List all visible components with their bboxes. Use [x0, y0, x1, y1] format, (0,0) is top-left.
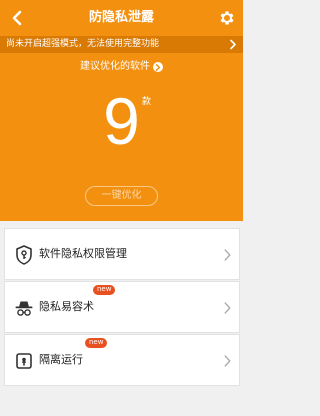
title-bar: 防隐私泄露 — [0, 0, 243, 36]
shield-key-icon — [16, 245, 32, 265]
suggest-label: 建议优化的软件 — [80, 61, 150, 72]
list-item-isolated-run[interactable]: 隔离运行 new — [4, 334, 240, 386]
chevron-right-icon — [224, 302, 231, 314]
settings-button[interactable] — [216, 7, 238, 29]
chevron-right-icon — [230, 39, 236, 50]
app-count-unit: 款 — [142, 97, 152, 107]
new-badge: new — [93, 285, 116, 295]
app-count: 9 — [103, 84, 140, 158]
chevron-circle-icon — [153, 62, 163, 72]
app-count-display: 9 款 — [0, 84, 243, 158]
list-item-label: 软件隐私权限管理 — [39, 247, 127, 260]
back-button[interactable] — [6, 7, 28, 29]
isolation-icon — [16, 353, 32, 369]
disguise-icon — [15, 301, 33, 316]
page-title: 防隐私泄露 — [88, 10, 154, 25]
header-panel: 防隐私泄露 尚未开启超强模式，无法使用完整功能 建议优化的软件 9 款 一键优化 — [0, 0, 243, 221]
list-item-permission-manager[interactable]: 软件隐私权限管理 — [4, 228, 240, 280]
gear-icon — [220, 11, 234, 25]
one-click-optimize-button[interactable]: 一键优化 — [85, 186, 158, 206]
upgrade-notice-bar[interactable]: 尚未开启超强模式，无法使用完整功能 — [0, 36, 243, 53]
suggested-apps-link[interactable]: 建议优化的软件 — [0, 59, 243, 75]
list-item-label: 隔离运行 — [39, 353, 83, 366]
chevron-right-icon — [224, 355, 231, 367]
chevron-right-icon — [224, 249, 231, 261]
back-arrow-icon — [12, 10, 22, 26]
notice-text: 尚未开启超强模式，无法使用完整功能 — [6, 39, 160, 49]
list-item-privacy-disguise[interactable]: 隐私易容术 new — [4, 281, 240, 333]
list-item-label: 隐私易容术 — [39, 300, 94, 313]
new-badge: new — [85, 338, 108, 348]
